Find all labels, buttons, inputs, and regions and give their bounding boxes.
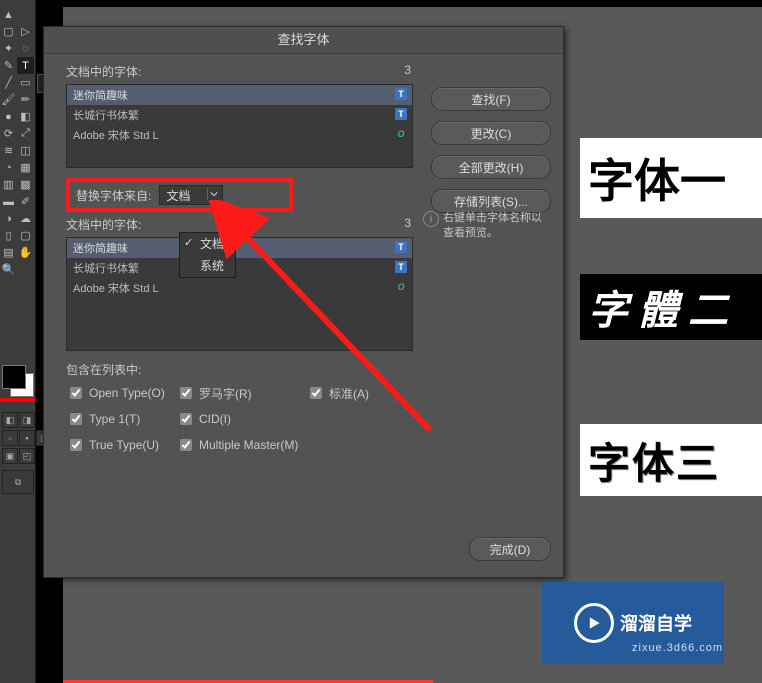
standard-checkbox[interactable]: 标准(A) bbox=[306, 384, 416, 402]
pen-tool[interactable]: ✎ bbox=[0, 57, 17, 74]
roman-checkbox[interactable]: 罗马字(R) bbox=[176, 384, 306, 402]
change-button[interactable]: 更改(C) bbox=[431, 121, 551, 145]
opentype-checkbox[interactable]: Open Type(O) bbox=[66, 384, 176, 402]
symbol-tool[interactable]: ☁ bbox=[17, 210, 34, 227]
font-name: 长城行书体繁 bbox=[73, 260, 139, 276]
font-preview-1: 字体一 bbox=[580, 138, 762, 218]
watermark-url: zixue.3d66.com bbox=[632, 642, 723, 654]
list-item[interactable]: Adobe 宋体 Std L O bbox=[67, 278, 412, 298]
foreground-color-swatch[interactable] bbox=[2, 365, 26, 389]
selection-tool[interactable]: ▢ bbox=[0, 23, 17, 40]
replace-source-dropdown[interactable]: 文档 bbox=[159, 185, 223, 205]
cid-checkbox[interactable]: CID(I) bbox=[176, 410, 306, 428]
list-item[interactable]: Adobe 宋体 Std L O bbox=[67, 125, 412, 145]
scale-tool[interactable]: ⤢ bbox=[17, 125, 34, 142]
font-preview-2: 字 體 二 bbox=[580, 274, 762, 340]
included-label: 包含在列表中: bbox=[66, 361, 141, 378]
truetype-checkbox[interactable]: True Type(U) bbox=[66, 436, 176, 454]
tool-move[interactable]: ▲ bbox=[0, 6, 17, 23]
rotate-tool[interactable]: ⟳ bbox=[0, 125, 17, 142]
pencil-tool[interactable]: ✏ bbox=[17, 91, 34, 108]
fonts-in-doc-label: 文档中的字体: bbox=[66, 63, 141, 80]
replacement-fonts-list[interactable]: 迷你简趣味 T 长城行书体繁 T Adobe 宋体 Std L O bbox=[66, 237, 413, 351]
eyedropper-tool[interactable]: ✐ bbox=[17, 193, 34, 210]
color-swatches[interactable] bbox=[2, 365, 30, 395]
rect-tool[interactable]: ▭ bbox=[17, 74, 34, 91]
mesh-tool[interactable]: ▩ bbox=[17, 176, 34, 193]
watermark-logo: 溜溜自学 zixue.3d66.com bbox=[542, 582, 724, 664]
gradient-tool[interactable]: ▬ bbox=[0, 193, 17, 210]
opentype-icon: O bbox=[395, 281, 407, 293]
hand-tool[interactable]: ✋ bbox=[17, 244, 34, 261]
screen-switch-icon[interactable]: ⧉ bbox=[2, 470, 34, 494]
include-checkbox-grid: Open Type(O) 罗马字(R) 标准(A) Type 1(T) CID(… bbox=[66, 384, 411, 454]
list-item[interactable]: 长城行书体繁 T bbox=[67, 258, 412, 278]
screen-mode-icon[interactable]: ▣ bbox=[2, 448, 18, 464]
type1-checkbox[interactable]: Type 1(T) bbox=[66, 410, 176, 428]
mm-checkbox[interactable]: Multiple Master(M) bbox=[176, 436, 416, 454]
left-toolbar: ▲ ▢▷ ✦◌ ✎T ╱▭ 🖌✏ ●◧ ⟳⤢ ≋◫ ◔▦ ▥▩ ▬✐ ◑☁ ▯▢… bbox=[0, 0, 36, 683]
truetype-icon: T bbox=[395, 88, 407, 100]
menu-item-document[interactable]: 文档 bbox=[180, 233, 235, 255]
color-none-indicator bbox=[0, 398, 35, 402]
list-item[interactable]: 迷你简趣味 T bbox=[67, 85, 412, 105]
color-mode-icon[interactable]: ◧ bbox=[2, 412, 18, 428]
font-name: Adobe 宋体 Std L bbox=[73, 280, 159, 296]
watermark-brand: 溜溜自学 bbox=[620, 610, 692, 636]
fonts-in-doc-label2: 文档中的字体: bbox=[66, 216, 141, 233]
find-font-dialog: 查找字体 文档中的字体: 3 迷你简趣味 T 长城行书体繁 T Adobe 宋体… bbox=[43, 26, 564, 578]
save-list-button[interactable]: 存储列表(S)... bbox=[431, 189, 551, 213]
opentype-icon: O bbox=[395, 128, 407, 140]
find-button[interactable]: 查找(F) bbox=[431, 87, 551, 111]
font-preview-3: 字体三 bbox=[580, 424, 762, 496]
graph-tool[interactable]: ▯ bbox=[0, 227, 17, 244]
dropdown-value: 文档 bbox=[166, 187, 190, 204]
lasso-tool[interactable]: ◌ bbox=[17, 40, 34, 57]
font-name: Adobe 宋体 Std L bbox=[73, 127, 159, 143]
draw-normal-icon[interactable]: ▫ bbox=[2, 430, 18, 446]
fonts-count2: 3 bbox=[404, 216, 411, 233]
menu-item-system[interactable]: 系统 bbox=[180, 255, 235, 277]
screen-mode2-icon[interactable]: ◰ bbox=[19, 448, 35, 464]
list-item[interactable]: 长城行书体繁 T bbox=[67, 105, 412, 125]
fonts-count: 3 bbox=[404, 63, 411, 80]
document-fonts-list[interactable]: 迷你简趣味 T 长城行书体繁 T Adobe 宋体 Std L O bbox=[66, 84, 413, 168]
done-button[interactable]: 完成(D) bbox=[469, 537, 551, 561]
perspective-tool[interactable]: ▥ bbox=[0, 176, 17, 193]
info-icon: i bbox=[423, 211, 439, 227]
font-name: 迷你简趣味 bbox=[73, 240, 128, 256]
truetype-icon: T bbox=[395, 108, 407, 120]
slice-tool[interactable]: ▤ bbox=[0, 244, 17, 261]
line-tool[interactable]: ╱ bbox=[0, 74, 17, 91]
list-item[interactable]: 迷你简趣味 T bbox=[67, 238, 412, 258]
artboard-tool[interactable]: ▢ bbox=[17, 227, 34, 244]
draw-behind-icon[interactable]: ▪ bbox=[19, 430, 35, 446]
direct-select-tool[interactable]: ▷ bbox=[17, 23, 34, 40]
info-text: 右键单击字体名称以查看预览。 bbox=[443, 211, 551, 241]
blend-tool[interactable]: ◑ bbox=[0, 210, 17, 227]
replace-source-label: 替换字体来自: bbox=[76, 187, 151, 204]
truetype-icon: T bbox=[395, 261, 407, 273]
brush-tool[interactable]: 🖌 bbox=[0, 91, 17, 108]
eraser-tool[interactable]: ◧ bbox=[17, 108, 34, 125]
dialog-title: 查找字体 bbox=[44, 27, 563, 54]
type-tool[interactable]: T bbox=[17, 57, 34, 74]
play-icon bbox=[574, 603, 614, 643]
width-tool[interactable]: ≋ bbox=[0, 142, 17, 159]
replace-source-menu: 文档 系统 bbox=[179, 232, 236, 278]
gradient-mode-icon[interactable]: ◨ bbox=[19, 412, 35, 428]
truetype-icon: T bbox=[395, 241, 407, 253]
shape-builder-tool[interactable]: ◔ bbox=[0, 159, 17, 176]
wand-tool[interactable]: ✦ bbox=[0, 40, 17, 57]
replace-source-row-highlight: 替换字体来自: 文档 bbox=[66, 178, 293, 212]
zoom-tool[interactable]: 🔍 bbox=[0, 261, 17, 278]
blob-tool[interactable]: ● bbox=[0, 108, 17, 125]
free-transform-tool[interactable]: ◫ bbox=[17, 142, 34, 159]
change-all-button[interactable]: 全部更改(H) bbox=[431, 155, 551, 179]
font-name: 长城行书体繁 bbox=[73, 107, 139, 123]
font-name: 迷你简趣味 bbox=[73, 87, 128, 103]
chevron-down-icon bbox=[207, 188, 220, 200]
live-paint-tool[interactable]: ▦ bbox=[17, 159, 34, 176]
